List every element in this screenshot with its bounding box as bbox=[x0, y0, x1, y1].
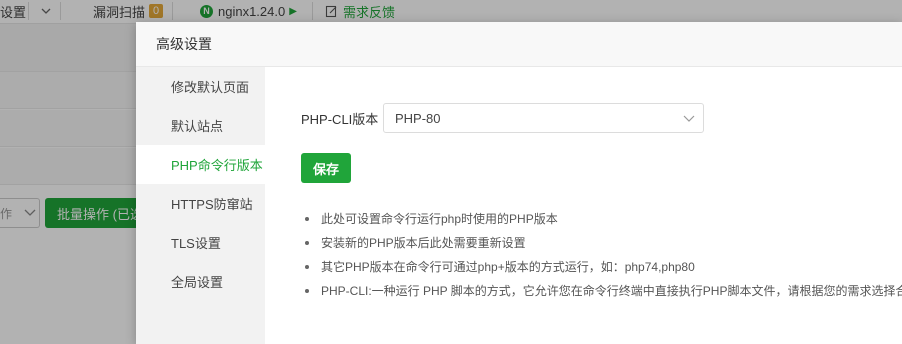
chevron-down-icon bbox=[683, 115, 695, 122]
sidebar-item-global-settings[interactable]: 全局设置 bbox=[136, 262, 265, 301]
sidebar-item-tls-settings[interactable]: TLS设置 bbox=[136, 223, 265, 262]
sidebar-item-label: TLS设置 bbox=[171, 236, 221, 251]
sidebar-item-label: PHP命令行版本 bbox=[171, 158, 263, 173]
sidebar-item-label: 全局设置 bbox=[171, 275, 224, 290]
save-button[interactable]: 保存 bbox=[301, 153, 351, 183]
sidebar-item-php-cli-version[interactable]: PHP命令行版本 bbox=[136, 145, 265, 184]
dialog-title: 高级设置 bbox=[156, 36, 212, 52]
sidebar-item-label: HTTPS防窜站 bbox=[171, 197, 253, 212]
php-cli-label: PHP-CLI版本 bbox=[301, 111, 379, 127]
dialog-header: 高级设置 bbox=[136, 22, 902, 67]
settings-sidebar: 修改默认页面 默认站点 PHP命令行版本 HTTPS防窜站 TLS设置 全局设置 bbox=[136, 67, 265, 344]
note-item: 其它PHP版本在命令行可通过php+版本的方式运行，如：php74,php80 bbox=[303, 255, 902, 279]
sidebar-item-label: 默认站点 bbox=[171, 119, 224, 134]
php-cli-selected-value: PHP-80 bbox=[395, 110, 441, 126]
sidebar-item-https-anti-hijack[interactable]: HTTPS防窜站 bbox=[136, 184, 265, 223]
note-item: 此处可设置命令行运行php时使用的PHP版本 bbox=[303, 207, 902, 231]
sidebar-item-label: 修改默认页面 bbox=[171, 80, 250, 95]
sidebar-item-default-site[interactable]: 默认站点 bbox=[136, 106, 265, 145]
php-cli-version-select[interactable]: PHP-80 bbox=[383, 103, 704, 133]
help-notes: 此处可设置命令行运行php时使用的PHP版本 安装新的PHP版本后此处需要重新设… bbox=[303, 207, 902, 303]
settings-content: PHP-CLI版本 PHP-80 保存 此处可设置命令行运行php时使用的PHP… bbox=[265, 67, 902, 344]
dialog-body: 修改默认页面 默认站点 PHP命令行版本 HTTPS防窜站 TLS设置 全局设置… bbox=[136, 67, 902, 344]
advanced-settings-dialog: 高级设置 修改默认页面 默认站点 PHP命令行版本 HTTPS防窜站 TLS设置… bbox=[136, 22, 902, 344]
php-cli-field: PHP-CLI版本 PHP-80 bbox=[301, 103, 704, 133]
note-item: PHP-CLI:一种运行 PHP 脚本的方式，它允许您在命令行终端中直接执行PH… bbox=[303, 279, 902, 303]
sidebar-item-default-page[interactable]: 修改默认页面 bbox=[136, 67, 265, 106]
note-item: 安装新的PHP版本后此处需要重新设置 bbox=[303, 231, 902, 255]
